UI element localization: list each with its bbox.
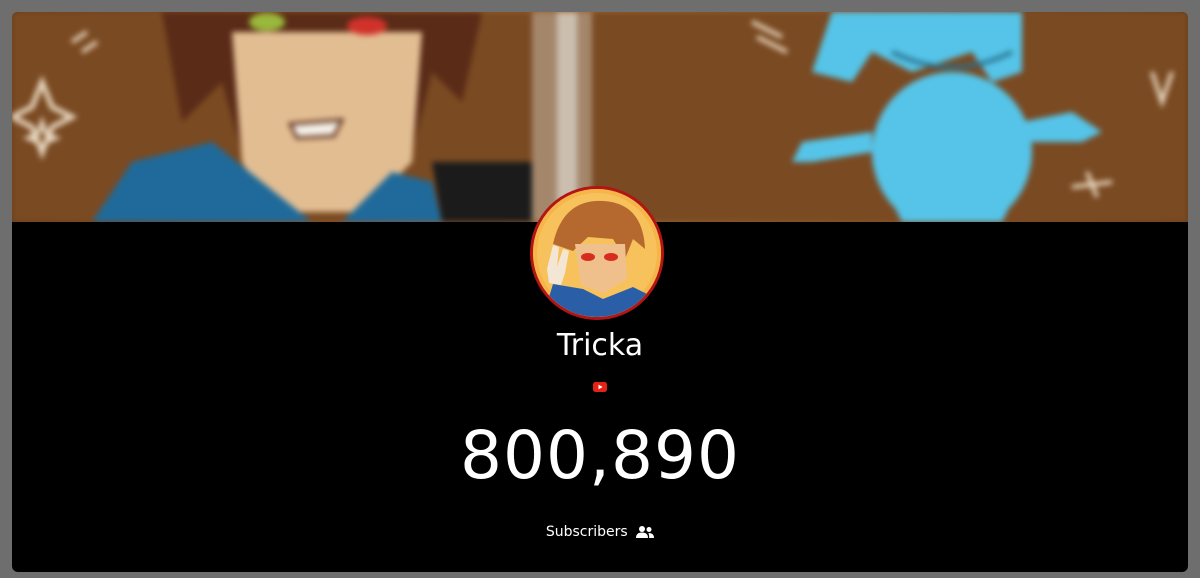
channel-avatar[interactable]	[530, 186, 664, 320]
channel-card: Tricka 800,890 Subscribers	[12, 12, 1188, 572]
subscribers-label: Subscribers	[545, 524, 628, 540]
users-icon	[636, 526, 655, 538]
subscriber-count: 800,890	[460, 417, 740, 494]
screenshot-frame: Tricka 800,890 Subscribers	[0, 0, 1200, 578]
youtube-icon[interactable]	[593, 382, 607, 392]
channel-name[interactable]: Tricka	[12, 328, 1188, 363]
subscribers-label-row: Subscribers	[12, 524, 1188, 540]
